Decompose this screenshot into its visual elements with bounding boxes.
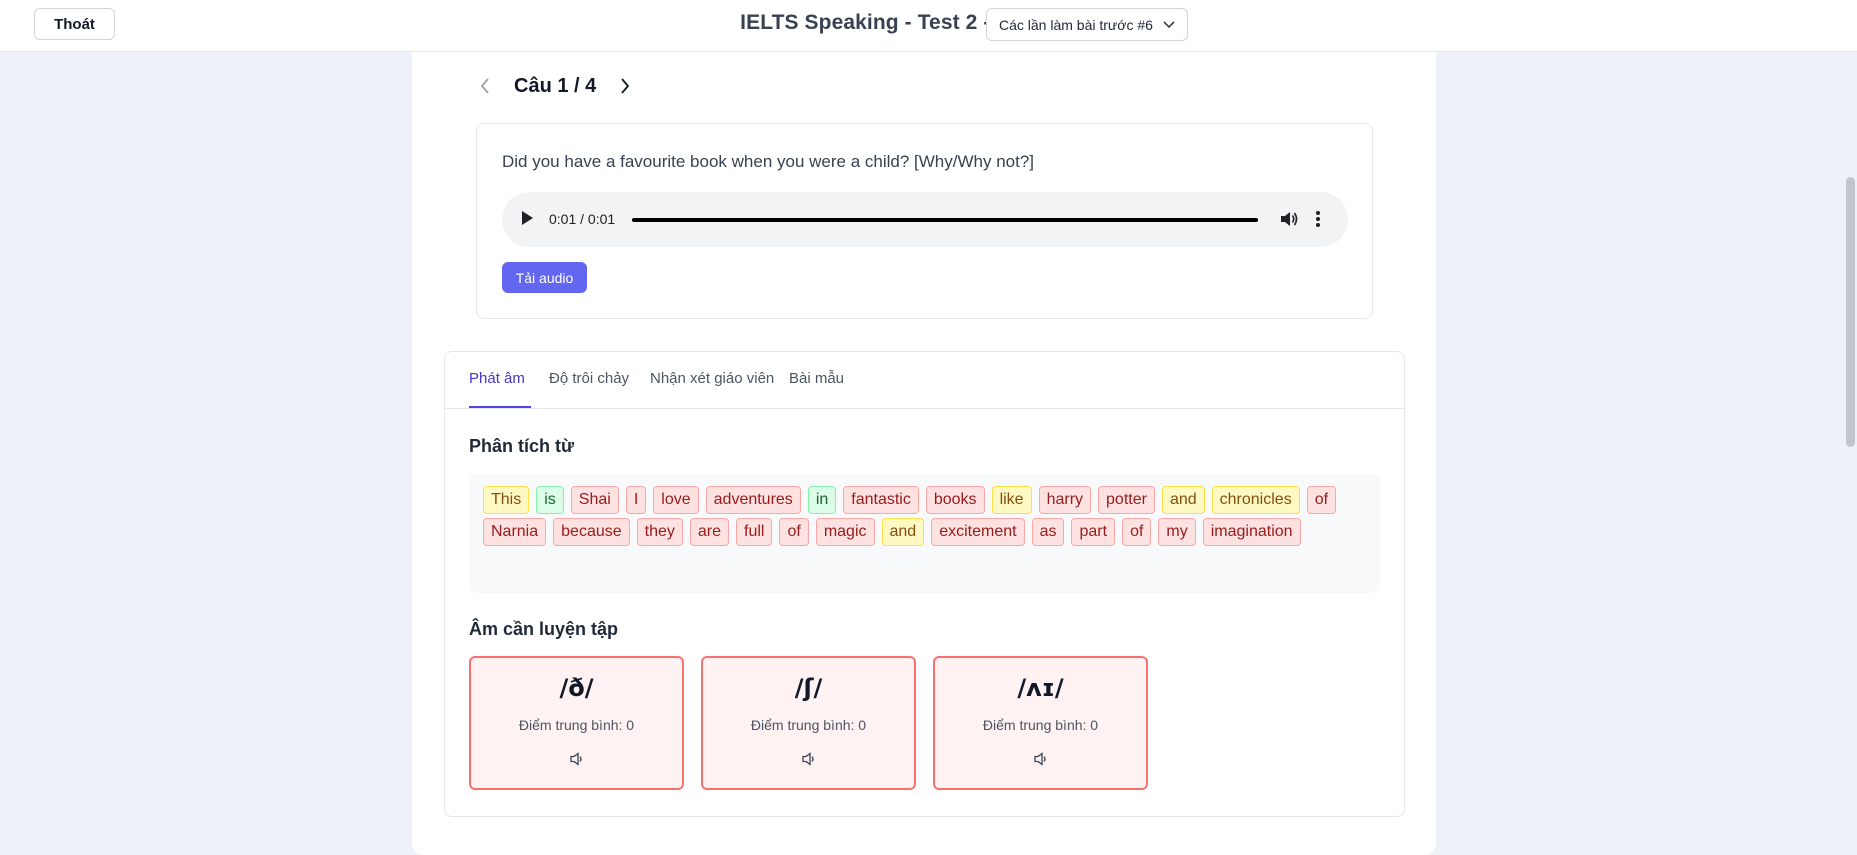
word-chip: of (1122, 518, 1152, 546)
scrollbar[interactable] (1843, 52, 1857, 855)
word-chip: of (779, 518, 809, 546)
word-chip: of (1306, 486, 1337, 514)
question-text: Did you have a favourite book when you w… (502, 152, 1035, 171)
question-counter: Câu 1 / 4 (514, 74, 597, 97)
scrollbar-thumb[interactable] (1846, 177, 1855, 447)
word-chip: harry (1038, 486, 1092, 514)
tab-pronunciation[interactable]: Phát âm (469, 370, 525, 387)
sound-card: /ʃ/ Điểm trung bình: 0 (701, 656, 916, 790)
sound-ipa: /ʃ/ (794, 674, 823, 702)
volume-icon (1281, 212, 1298, 226)
word-chip: because (553, 518, 630, 546)
word-chip: magic (815, 518, 875, 546)
play-sound-button[interactable] (797, 747, 821, 771)
audio-player[interactable]: 0:01 / 0:01 (502, 192, 1348, 247)
audio-time: 0:01 / 0:01 (549, 211, 616, 227)
question-navigator: Câu 1 / 4 (474, 70, 636, 102)
word-chip: they (636, 518, 683, 546)
word-chip: my (1158, 518, 1196, 546)
word-chip: books (925, 486, 985, 514)
sound-score: Điểm trung bình: 0 (518, 717, 635, 733)
main-card: Câu 1 / 4 Did you have a favourite book … (412, 52, 1436, 855)
sound-score: Điểm trung bình: 0 (982, 717, 1099, 733)
volume-button[interactable] (1279, 209, 1299, 234)
word-chip: potter (1098, 486, 1155, 514)
word-chip: I (625, 486, 647, 514)
word-chip: Narnia (483, 518, 547, 546)
tab-sample-answer[interactable]: Bài mẫu (789, 370, 844, 387)
word-chip: This (483, 486, 530, 514)
tab-teacher-feedback[interactable]: Nhận xét giáo viên (650, 370, 774, 387)
word-chip: are (689, 518, 730, 546)
next-question-button[interactable] (614, 75, 636, 97)
more-vertical-icon (1316, 211, 1320, 227)
play-button[interactable] (520, 210, 534, 231)
word-chip: in (807, 486, 837, 514)
previous-attempts-label: Các lần làm bài trước #6 (999, 16, 1153, 33)
word-chip: is (536, 486, 564, 514)
practice-sounds-list: /ð/ Điểm trung bình: 0 /ʃ/ Điểm trung bì… (469, 656, 1148, 790)
word-chip: as (1031, 518, 1065, 546)
word-chip: love (653, 486, 699, 514)
speaker-icon (1033, 752, 1046, 766)
download-audio-button[interactable]: Tải audio (502, 262, 587, 293)
word-analysis-list: This is Shai Ilove adventures in fantastic book… (469, 474, 1380, 593)
word-analysis-title: Phân tích từ (469, 436, 575, 456)
word-chip: part (1071, 518, 1116, 546)
word-chip: full (736, 518, 773, 546)
speaker-icon (569, 752, 582, 766)
exit-button[interactable]: Thoát (34, 8, 115, 40)
active-tab-indicator (469, 406, 531, 408)
tab-bar: Phát âm Độ trôi chảy Nhận xét giáo viên … (445, 352, 1404, 409)
chevron-down-icon (1163, 20, 1175, 28)
word-chip: Shai (570, 486, 619, 514)
word-chip: and (881, 518, 925, 546)
tab-fluency[interactable]: Độ trôi chảy (549, 370, 629, 387)
analysis-panel: Phát âm Độ trôi chảy Nhận xét giáo viên … (444, 351, 1405, 817)
practice-sounds-title: Âm cần luyện tập (469, 619, 619, 639)
sound-score: Điểm trung bình: 0 (750, 717, 867, 733)
speaker-icon (801, 752, 814, 766)
prev-question-button[interactable] (474, 75, 496, 97)
sound-ipa: /ð/ (559, 674, 594, 702)
word-chip: fantastic (843, 486, 919, 514)
word-chip: imagination (1202, 518, 1301, 546)
audio-progress-fill (632, 218, 1258, 222)
previous-attempts-dropdown[interactable]: Các lần làm bài trước #6 (986, 8, 1188, 41)
word-chip: and (1161, 486, 1205, 514)
question-box: Did you have a favourite book when you w… (476, 123, 1373, 319)
chevron-left-icon (480, 78, 489, 94)
more-options-button[interactable] (1315, 209, 1321, 234)
play-sound-button[interactable] (1029, 747, 1053, 771)
top-bar: Thoát IELTS Speaking - Test 2 - CAM 18 C… (0, 0, 1857, 52)
sound-card: /ð/ Điểm trung bình: 0 (469, 656, 684, 790)
word-chip: excitement (931, 518, 1025, 546)
play-icon (522, 211, 533, 225)
word-chip: chronicles (1211, 486, 1300, 514)
sound-ipa: /ʌɪ/ (1017, 674, 1064, 702)
sound-card: /ʌɪ/ Điểm trung bình: 0 (933, 656, 1148, 790)
audio-progress-bar[interactable] (632, 218, 1258, 222)
chevron-right-icon (621, 78, 630, 94)
play-sound-button[interactable] (565, 747, 589, 771)
word-chip: adventures (705, 486, 801, 514)
word-chip: like (991, 486, 1032, 514)
